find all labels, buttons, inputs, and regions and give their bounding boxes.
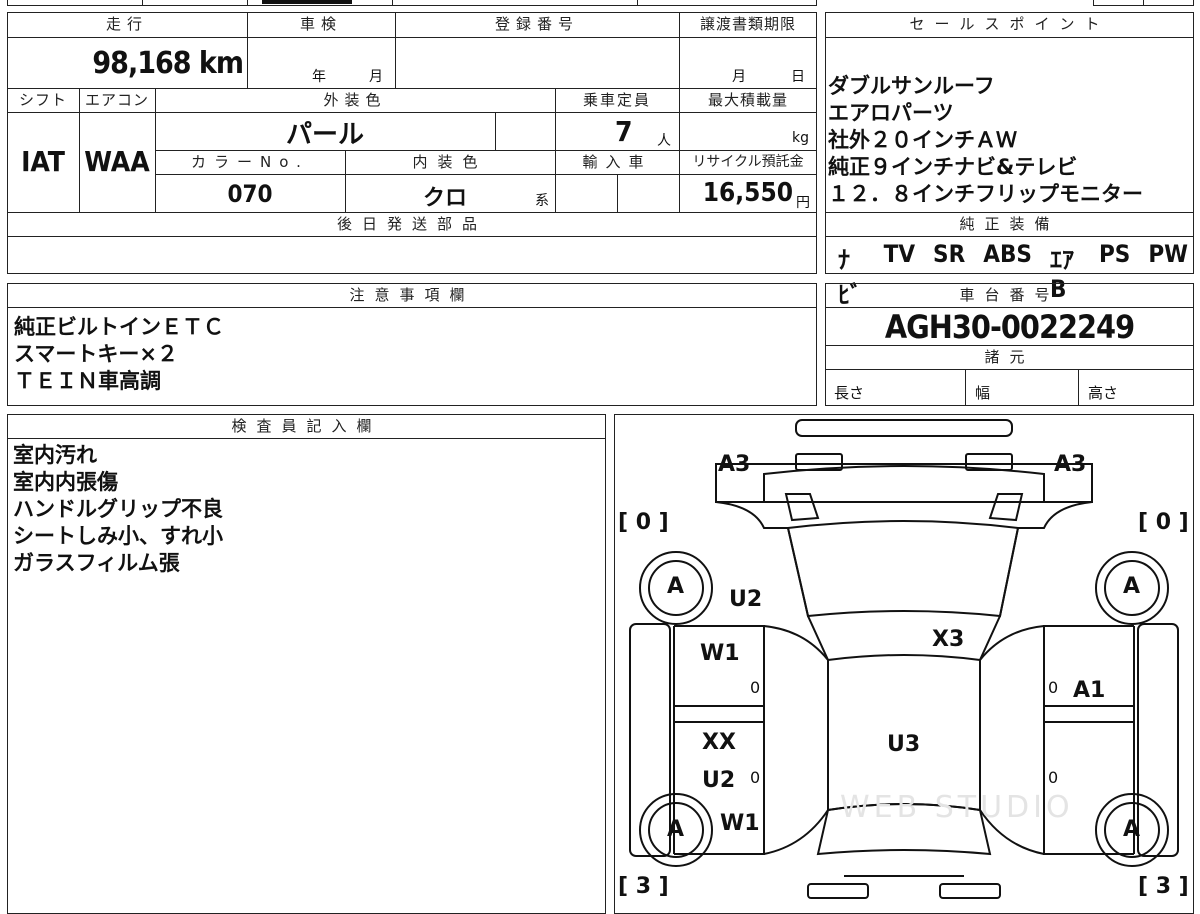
ac-value: WAA xyxy=(84,145,150,178)
damage-w1-rear: W1 xyxy=(720,811,760,836)
notes-header: 注意事項欄 xyxy=(349,286,475,304)
later-parts-header: 後日発送部品 xyxy=(336,215,487,233)
damage-u2-front: U2 xyxy=(729,587,763,612)
deadline-month-label: 月 xyxy=(732,69,746,85)
vehicle-info-grid: 走行 車検 登録番号 譲渡書類期限 98,168 km 年 月 月 日 シフト … xyxy=(7,0,817,275)
spec-height-label: 高さ xyxy=(1088,384,1119,402)
bracket-bottom-left: [ 3 ] xyxy=(618,874,669,899)
damage-a1: A1 xyxy=(1073,678,1106,703)
sales-point-header: セールスポイント xyxy=(909,15,1110,33)
damage-u3: U3 xyxy=(887,732,921,757)
equipment-header: 純正装備 xyxy=(959,215,1060,233)
a3-left-label: A3 xyxy=(718,452,751,477)
spec-width-label: 幅 xyxy=(975,384,991,402)
door-zero-4: 0 xyxy=(1048,768,1059,787)
max-load-header: 最大積載量 xyxy=(707,91,788,109)
recycle-fee-value: 16,550 xyxy=(702,178,793,208)
color-no-header: カラーNo. xyxy=(191,153,309,171)
inspector-header: 検査員記入欄 xyxy=(231,417,382,435)
exterior-color-header: 外装色 xyxy=(323,91,387,109)
tire-front-left-label: A xyxy=(667,574,685,599)
inspector-line: 室内内張傷 xyxy=(13,470,118,494)
door-zero-3: 0 xyxy=(750,768,761,787)
recycle-unit: 円 xyxy=(796,195,810,211)
interior-color-value: クロ xyxy=(422,186,467,211)
inspector-line: ガラスフィルム張 xyxy=(13,551,180,575)
tire-rear-right-label: A xyxy=(1123,817,1141,842)
sales-line: 純正９インチナビ&テレビ xyxy=(828,155,1078,179)
cut-black-mark xyxy=(262,0,352,4)
notes-list: 純正ビルトインＥＴＣ スマートキー×２ ＴＥＩＮ車高調 xyxy=(14,314,224,395)
plate-header: 登録番号 xyxy=(494,15,579,33)
deadline-day-label: 日 xyxy=(791,69,805,85)
interior-color-header: 内装色 xyxy=(412,153,488,171)
shift-header: シフト xyxy=(18,91,67,109)
shaken-header: 車検 xyxy=(299,15,342,33)
shaken-year-label: 年 xyxy=(312,69,326,85)
spec-length-label: 長さ xyxy=(834,384,865,402)
damage-w1-front: W1 xyxy=(700,641,740,666)
bracket-top-right: [ 0 ] xyxy=(1138,510,1189,535)
import-header: 輸入車 xyxy=(582,153,652,171)
capacity-value: 7 xyxy=(615,115,633,148)
sales-line: ダブルサンルーフ xyxy=(828,74,995,98)
specs-header: 諸元 xyxy=(984,348,1035,366)
bracket-bottom-right: [ 3 ] xyxy=(1138,874,1189,899)
ac-header: エアコン xyxy=(84,91,149,109)
sales-line: １２．８インチフリップモニター xyxy=(828,182,1143,206)
chassis-number: AGH30-0022249 xyxy=(884,308,1135,346)
damage-xx: XX xyxy=(702,730,736,755)
damage-u2-rear: U2 xyxy=(702,768,736,793)
top-strip xyxy=(7,0,817,6)
note-line: 純正ビルトインＥＴＣ xyxy=(14,315,224,339)
door-zero-1: 0 xyxy=(750,678,761,697)
chassis-header: 車台番号 xyxy=(959,286,1060,304)
color-no-value: 070 xyxy=(227,180,273,208)
sales-line: 社外２０インチＡＷ xyxy=(828,128,1017,152)
recycle-header: リサイクル預託金 xyxy=(692,154,804,170)
mileage-header: 走行 xyxy=(105,15,148,33)
bracket-top-left: [ 0 ] xyxy=(618,510,669,535)
inspector-line: 室内汚れ xyxy=(13,443,97,467)
tire-front-right-label: A xyxy=(1123,574,1141,599)
damage-x3: X3 xyxy=(932,627,965,652)
max-load-unit: kg xyxy=(792,130,809,146)
a3-right-label: A3 xyxy=(1054,452,1087,477)
shift-value: IAT xyxy=(21,145,65,178)
door-zero-2: 0 xyxy=(1048,678,1059,697)
note-line: ＴＥＩＮ車高調 xyxy=(14,369,161,393)
deadline-header: 譲渡書類期限 xyxy=(699,15,796,33)
inspector-list: 室内汚れ 室内内張傷 ハンドルグリップ不良 シートしみ小、すれ小 ガラスフィルム… xyxy=(13,442,223,577)
note-line: スマートキー×２ xyxy=(14,342,178,366)
sales-line: エアロパーツ xyxy=(828,101,954,125)
mileage-value: 98,168 km xyxy=(92,46,244,81)
exterior-color-value: パール xyxy=(285,120,364,150)
inspector-line: シートしみ小、すれ小 xyxy=(13,524,223,548)
tire-rear-left-label: A xyxy=(667,817,685,842)
capacity-header: 乗車定員 xyxy=(582,91,651,109)
capacity-unit: 人 xyxy=(657,133,671,149)
inspector-line: ハンドルグリップ不良 xyxy=(13,497,223,521)
shaken-month-label: 月 xyxy=(369,69,383,85)
sales-point-list: ダブルサンルーフ エアロパーツ 社外２０インチＡＷ 純正９インチナビ&テレビ １… xyxy=(828,73,1193,208)
interior-suffix: 系 xyxy=(535,193,549,209)
watermark: WEB STUDIO xyxy=(840,790,1074,825)
